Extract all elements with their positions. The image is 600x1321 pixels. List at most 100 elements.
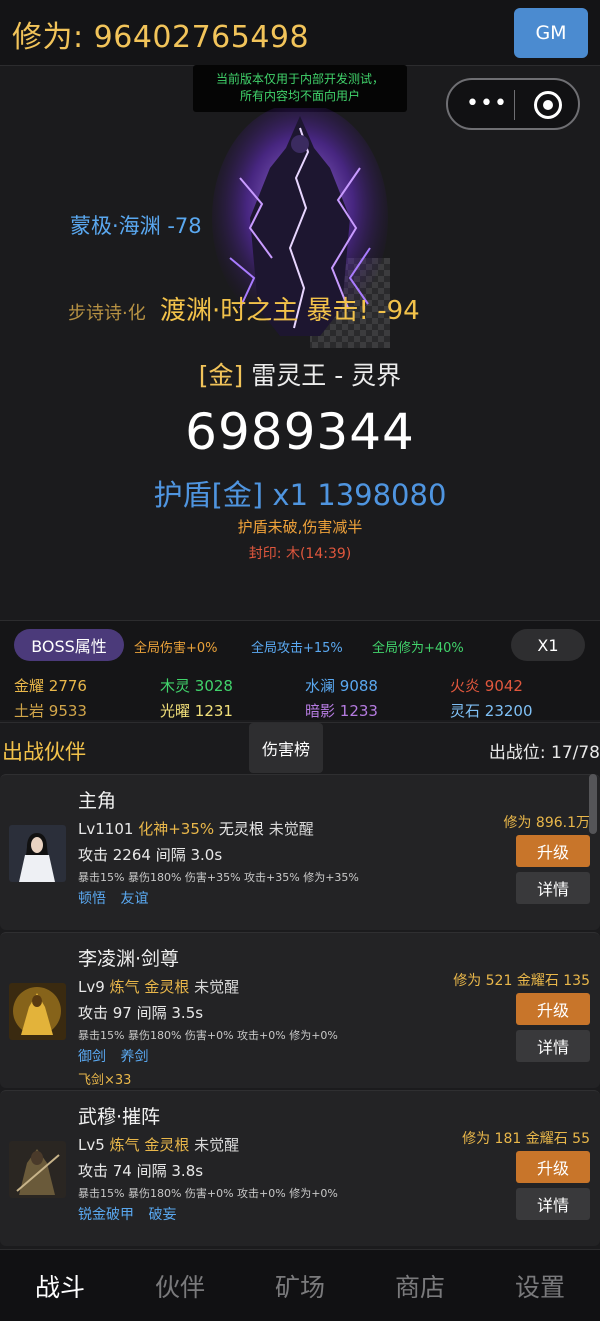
resource-value: 9533 bbox=[48, 702, 87, 720]
resource-name: 金耀 bbox=[14, 677, 45, 695]
resource-value: 23200 bbox=[484, 702, 533, 720]
resource-item: 木灵 3028 bbox=[160, 675, 233, 696]
upgrade-button[interactable]: 升级 bbox=[516, 993, 590, 1025]
partner-root: 金灵根 bbox=[144, 978, 190, 996]
list-scrollbar[interactable] bbox=[589, 774, 597, 834]
partner-realm: 炼气 bbox=[109, 978, 140, 996]
nav-tab-battle[interactable]: 战斗 bbox=[0, 1268, 120, 1304]
nav-tab-shop[interactable]: 商店 bbox=[360, 1268, 480, 1304]
global-cultivation-buff: 全局修为+40% bbox=[372, 641, 464, 656]
partner-skills: 御剑 养剑 bbox=[78, 1046, 158, 1066]
dev-test-banner: 当前版本仅用于内部开发测试， 所有内容均不面向用户 bbox=[193, 65, 407, 112]
boss-hp: 6989344 bbox=[185, 403, 415, 461]
nav-tab-settings[interactable]: 设置 bbox=[480, 1268, 600, 1304]
skill-tag[interactable]: 锐金破甲 bbox=[78, 1207, 134, 1223]
damage-ranking-button[interactable]: 伤害榜 bbox=[249, 723, 323, 773]
bottom-nav: 战斗 伙伴 矿场 商店 设置 bbox=[0, 1249, 600, 1321]
upgrade-button[interactable]: 升级 bbox=[516, 1151, 590, 1183]
cultivation-total: 修为: 96402765498 bbox=[12, 20, 310, 55]
partner-card: 武穆·摧阵 Lv5 炼气 金灵根 未觉醒 攻击 74 间隔 3.8s 暴击15%… bbox=[0, 1090, 600, 1246]
resource-name: 光曜 bbox=[160, 702, 191, 720]
partner-root: 无灵根 bbox=[218, 820, 264, 838]
partner-bonus: 暴击15% 暴伤180% 伤害+0% 攻击+0% 修为+0% bbox=[78, 1187, 338, 1200]
partner-root: 金灵根 bbox=[144, 1136, 190, 1154]
resource-value: 2776 bbox=[48, 677, 87, 695]
resource-value: 3028 bbox=[194, 677, 233, 695]
partner-meta: Lv5 炼气 金灵根 未觉醒 bbox=[78, 1134, 239, 1155]
floating-damage-text: 步诗诗·化 bbox=[68, 303, 146, 324]
resource-name: 木灵 bbox=[160, 677, 191, 695]
partner-realm: 化神+35% bbox=[138, 820, 215, 838]
resource-item: 金耀 2776 bbox=[14, 675, 87, 696]
floating-crit-text: 渡渊·时之主 暴击! -94 bbox=[160, 296, 420, 326]
partner-level: Lv1101 bbox=[78, 820, 134, 838]
partner-awaken: 未觉醒 bbox=[268, 820, 314, 838]
attribute-bar: BOSS属性 全局伤害+0% 全局攻击+15% 全局修为+40% X1 金耀 2… bbox=[0, 620, 600, 720]
partner-avatar bbox=[9, 1141, 66, 1198]
shield-note: 护盾未破,伤害减半 bbox=[237, 518, 363, 536]
upgrade-cost: 修为 181 金耀石 55 bbox=[462, 1131, 590, 1147]
partners-title: 出战伙伴 bbox=[2, 740, 86, 764]
detail-button[interactable]: 详情 bbox=[516, 1030, 590, 1062]
global-attack-buff: 全局攻击+15% bbox=[251, 641, 343, 656]
nav-tab-partners[interactable]: 伙伴 bbox=[120, 1268, 240, 1304]
capsule-divider bbox=[514, 90, 515, 120]
resource-item: 暗影 1233 bbox=[305, 700, 378, 721]
top-bar: 修为: 96402765498 GM bbox=[0, 0, 600, 66]
partner-card: 主角 Lv1101 化神+35% 无灵根 未觉醒 攻击 2264 间隔 3.0s… bbox=[0, 774, 600, 930]
deploy-slot-count: 出战位: 17/78 bbox=[488, 743, 600, 763]
speed-toggle-button[interactable]: X1 bbox=[511, 629, 585, 661]
skill-tag[interactable]: 顿悟 bbox=[78, 891, 106, 907]
resource-item: 光曜 1231 bbox=[160, 700, 233, 721]
skill-tag[interactable]: 友谊 bbox=[120, 891, 148, 907]
partners-header: 出战伙伴 伤害榜 出战位: 17/78 bbox=[0, 722, 600, 773]
boss-name: 雷灵王 - 灵界 bbox=[251, 361, 402, 390]
nav-tab-mine[interactable]: 矿场 bbox=[240, 1268, 360, 1304]
skill-tag[interactable]: 御剑 bbox=[78, 1049, 106, 1065]
partner-awaken: 未觉醒 bbox=[194, 1136, 240, 1154]
floating-damage-text: 蒙极·海渊 -78 bbox=[70, 214, 202, 238]
partner-level: Lv5 bbox=[78, 1136, 105, 1154]
upgrade-cost: 修为 896.1万 bbox=[503, 815, 590, 831]
resource-item: 火炎 9042 bbox=[450, 675, 523, 696]
partner-realm: 炼气 bbox=[109, 1136, 140, 1154]
boss-attributes-button[interactable]: BOSS属性 bbox=[14, 629, 124, 661]
skill-tag[interactable]: 养剑 bbox=[120, 1049, 148, 1065]
upgrade-button[interactable]: 升级 bbox=[516, 835, 590, 867]
gm-button[interactable]: GM bbox=[514, 8, 588, 58]
boss-title: [金] 雷灵王 - 灵界 bbox=[0, 356, 600, 392]
more-menu-icon[interactable]: ••• bbox=[466, 92, 507, 116]
resource-item: 灵石 23200 bbox=[450, 700, 533, 721]
skill-tag[interactable]: 破妄 bbox=[148, 1207, 176, 1223]
global-damage-buff: 全局伤害+0% bbox=[134, 641, 218, 656]
boss-tier: [金] bbox=[198, 361, 244, 390]
partner-card: 李凌渊·剑尊 Lv9 炼气 金灵根 未觉醒 攻击 97 间隔 3.5s 暴击15… bbox=[0, 932, 600, 1088]
partner-skills: 锐金破甲 破妄 bbox=[78, 1204, 186, 1224]
partner-name: 李凌渊·剑尊 bbox=[78, 948, 180, 970]
partner-bonus: 暴击15% 暴伤180% 伤害+0% 攻击+0% 修为+0% bbox=[78, 1029, 338, 1042]
dev-banner-line-2: 所有内容均不面向用户 bbox=[239, 89, 360, 103]
boss-shield: 护盾[金] x1 1398080 bbox=[153, 478, 447, 512]
resource-value: 1233 bbox=[339, 702, 378, 720]
resource-value: 1231 bbox=[194, 702, 233, 720]
resource-item: 土岩 9533 bbox=[14, 700, 87, 721]
resource-name: 水澜 bbox=[305, 677, 336, 695]
partner-awaken: 未觉醒 bbox=[194, 978, 240, 996]
upgrade-cost: 修为 521 金耀石 135 bbox=[453, 973, 590, 989]
partner-bonus: 暴击15% 暴伤180% 伤害+35% 攻击+35% 修为+35% bbox=[78, 871, 359, 884]
miniprogram-capsule: ••• bbox=[446, 78, 580, 130]
resource-value: 9042 bbox=[484, 677, 523, 695]
partner-avatar bbox=[9, 983, 66, 1040]
partner-meta: Lv1101 化神+35% 无灵根 未觉醒 bbox=[78, 818, 314, 839]
partner-attack: 攻击 97 间隔 3.5s bbox=[78, 1004, 204, 1022]
resource-name: 土岩 bbox=[14, 702, 45, 720]
detail-button[interactable]: 详情 bbox=[516, 1188, 590, 1220]
seal-note: 封印: 木(14:39) bbox=[248, 546, 352, 562]
target-icon[interactable] bbox=[534, 91, 562, 119]
partner-attack: 攻击 74 间隔 3.8s bbox=[78, 1162, 204, 1180]
resource-name: 灵石 bbox=[450, 702, 481, 720]
resource-item: 水澜 9088 bbox=[305, 675, 378, 696]
detail-button[interactable]: 详情 bbox=[516, 872, 590, 904]
partner-name: 武穆·摧阵 bbox=[78, 1106, 161, 1128]
partner-level: Lv9 bbox=[78, 978, 105, 996]
